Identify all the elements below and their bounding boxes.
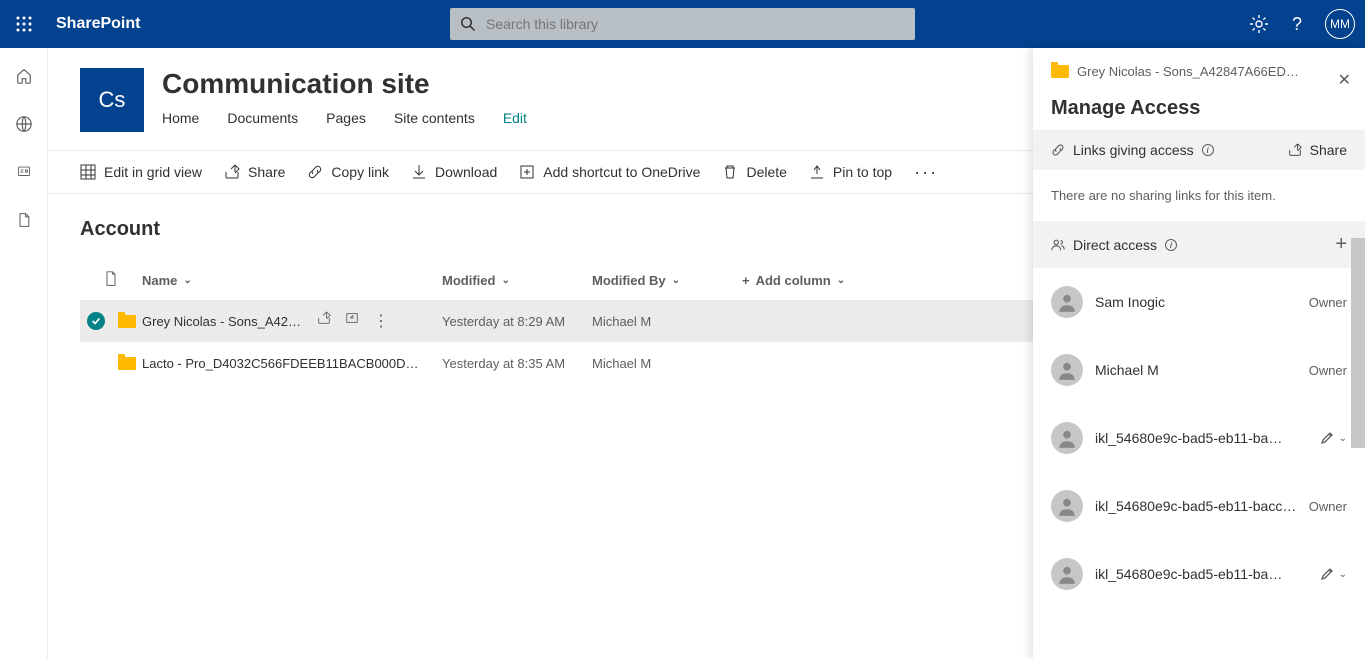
row-modified-by: Michael M [592, 356, 742, 371]
close-panel-button[interactable]: ✕ [1338, 70, 1351, 90]
link-icon [1051, 143, 1065, 157]
info-icon[interactable]: i [1202, 144, 1214, 156]
access-role: Owner [1309, 295, 1347, 310]
pencil-icon [1321, 432, 1333, 444]
access-role: Owner [1309, 363, 1347, 378]
manage-access-panel: Grey Nicolas - Sons_A42847A66EDEEB1… ✕ M… [1033, 48, 1365, 659]
column-header-name[interactable]: Name⌄ [142, 273, 442, 288]
person-avatar-icon [1051, 490, 1083, 522]
row-modified: Yesterday at 8:35 AM [442, 356, 592, 371]
user-avatar[interactable]: MM [1325, 9, 1355, 39]
no-links-text: There are no sharing links for this item… [1033, 170, 1365, 221]
access-name: Michael M [1095, 362, 1297, 378]
delete-button[interactable]: Delete [722, 164, 786, 180]
site-logo[interactable]: Cs [80, 68, 144, 132]
help-icon[interactable]: ? [1287, 14, 1307, 34]
globe-icon[interactable] [14, 114, 34, 134]
nav-pages[interactable]: Pages [326, 110, 366, 126]
panel-item-name: Grey Nicolas - Sons_A42847A66EDEEB1… [1077, 64, 1307, 79]
person-avatar-icon [1051, 286, 1083, 318]
row-more-icon[interactable]: ⋮ [373, 311, 389, 331]
share-panel-button[interactable]: Share [1288, 142, 1347, 158]
more-actions-button[interactable]: ··· [914, 162, 938, 183]
folder-icon [118, 357, 136, 370]
pin-button[interactable]: Pin to top [809, 164, 892, 180]
person-avatar-icon [1051, 558, 1083, 590]
person-avatar-icon [1051, 354, 1083, 386]
home-icon[interactable] [14, 66, 34, 86]
access-row: ikl_54680e9c-bad5-eb11-ba… ⌄ [1033, 404, 1365, 472]
share-button[interactable]: Share [224, 164, 285, 180]
pencil-icon [1321, 568, 1333, 580]
column-header-modified[interactable]: Modified⌄ [442, 273, 592, 288]
add-column-button[interactable]: +Add column⌄ [742, 273, 845, 288]
panel-title: Manage Access [1051, 97, 1347, 120]
nav-documents[interactable]: Documents [227, 110, 298, 126]
access-name: Sam Inogic [1095, 294, 1297, 310]
brand-label[interactable]: SharePoint [56, 15, 140, 33]
access-name: ikl_54680e9c-bad5-eb11-ba… [1095, 430, 1309, 446]
nav-home[interactable]: Home [162, 110, 199, 126]
info-icon[interactable]: i [1165, 239, 1177, 251]
nav-edit[interactable]: Edit [503, 110, 527, 126]
search-input[interactable] [486, 16, 905, 32]
person-avatar-icon [1051, 422, 1083, 454]
file-icon[interactable] [14, 210, 34, 230]
checkmark-icon[interactable] [87, 312, 105, 330]
copy-link-button[interactable]: Copy link [307, 164, 389, 180]
row-modified: Yesterday at 8:29 AM [442, 314, 592, 329]
row-name-text: Grey Nicolas - Sons_A42… [142, 314, 301, 329]
folder-icon [1051, 65, 1069, 78]
access-name: ikl_54680e9c-bad5-eb11-bacc… [1095, 498, 1297, 514]
column-header-modified-by[interactable]: Modified By⌄ [592, 273, 742, 288]
access-row: Sam Inogic Owner [1033, 268, 1365, 336]
search-box[interactable] [450, 8, 915, 40]
search-icon [460, 16, 476, 32]
edit-permission-dropdown[interactable]: ⌄ [1321, 568, 1347, 580]
row-name-text: Lacto - Pro_D4032C566FDEEB11BACB000D… [142, 356, 419, 371]
row-modified-by: Michael M [592, 314, 742, 329]
access-row: Michael M Owner [1033, 336, 1365, 404]
edit-permission-dropdown[interactable]: ⌄ [1321, 432, 1347, 444]
scrollbar-thumb[interactable] [1351, 238, 1365, 448]
share-icon[interactable] [317, 311, 331, 325]
file-type-header-icon [104, 271, 118, 287]
app-launcher[interactable] [0, 0, 48, 48]
nav-site-contents[interactable]: Site contents [394, 110, 475, 126]
news-icon[interactable] [14, 162, 34, 182]
add-access-button[interactable]: + [1335, 233, 1347, 256]
add-shortcut-button[interactable]: Add shortcut to OneDrive [519, 164, 700, 180]
access-name: ikl_54680e9c-bad5-eb11-ba… [1095, 566, 1309, 582]
folder-icon [118, 315, 136, 328]
access-row: ikl_54680e9c-bad5-eb11-bacc… Owner [1033, 472, 1365, 540]
people-icon [1051, 238, 1065, 252]
settings-icon[interactable] [1249, 14, 1269, 34]
download-button[interactable]: Download [411, 164, 497, 180]
site-title: Communication site [162, 68, 527, 100]
open-icon[interactable] [345, 311, 359, 325]
edit-grid-button[interactable]: Edit in grid view [80, 164, 202, 180]
access-role: Owner [1309, 499, 1347, 514]
access-row: ikl_54680e9c-bad5-eb11-ba… ⌄ [1033, 540, 1365, 608]
